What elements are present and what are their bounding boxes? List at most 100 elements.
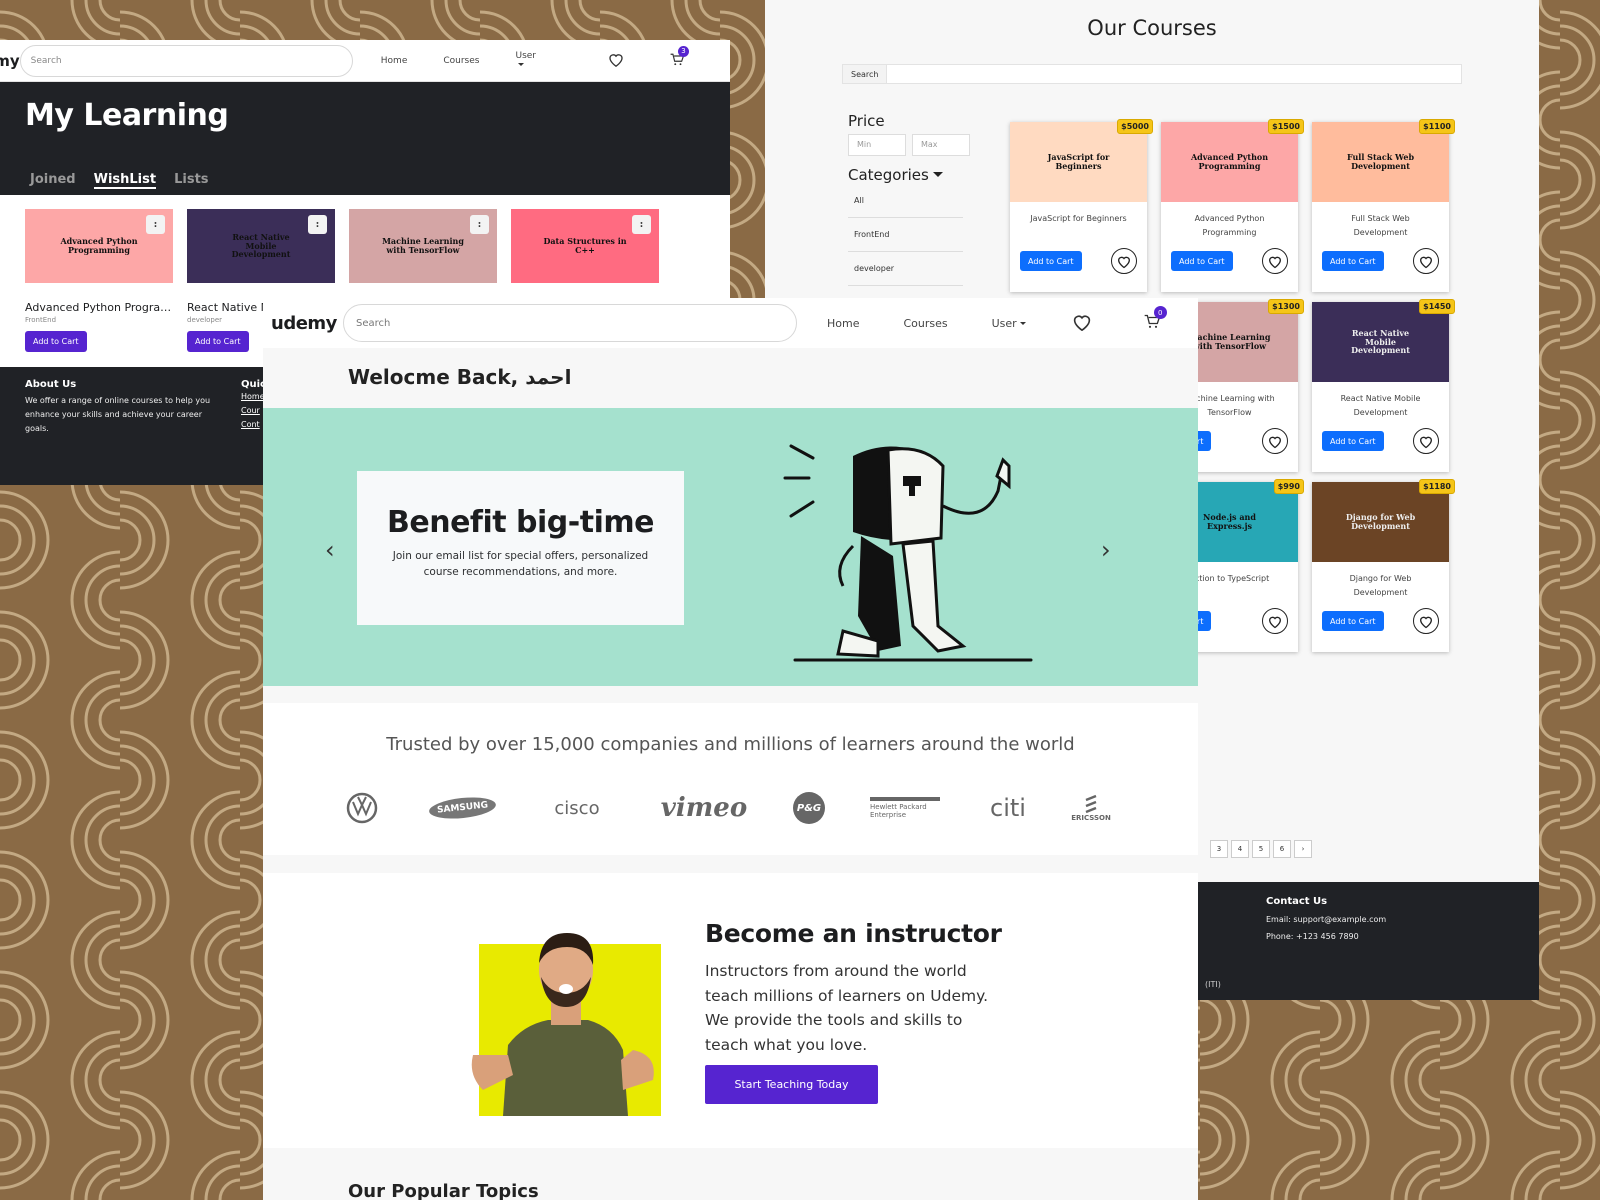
filter-sidebar: Price Min Max Categories All FrontEnd de… xyxy=(848,112,973,286)
page-button[interactable]: 3 xyxy=(1210,840,1228,858)
wishlist-card-thumbnail[interactable]: React Native Mobile Development : xyxy=(187,209,335,283)
tab-lists[interactable]: Lists xyxy=(174,172,208,189)
contact-title: Contact Us xyxy=(1266,896,1328,907)
add-to-cart-button[interactable]: Add to Cart xyxy=(187,331,249,352)
carousel-prev-arrow[interactable]: ‹ xyxy=(325,536,335,564)
start-teaching-button[interactable]: Start Teaching Today xyxy=(705,1065,878,1104)
wishlist-card-thumbnail[interactable]: Advanced Python Programming : xyxy=(25,209,173,283)
trusted-text: Trusted by over 15,000 companies and mil… xyxy=(386,734,1075,755)
wishlist-heart-icon[interactable] xyxy=(608,52,624,70)
price-min-input[interactable]: Min xyxy=(848,134,906,156)
udemy-logo[interactable]: udemy xyxy=(271,313,343,334)
category-frontend[interactable]: FrontEnd xyxy=(848,218,963,252)
course-card: Full Stack Web Development $1100 Full Stac… xyxy=(1312,119,1455,292)
home-wishlist-heart-icon[interactable] xyxy=(1072,313,1092,334)
learning-nav-user[interactable]: User xyxy=(515,51,572,71)
courses-search[interactable]: Search xyxy=(842,64,1462,84)
home-navbar: udemy Search Home Courses User 0 xyxy=(263,298,1198,348)
wishlist-card-thumbnail[interactable]: Data Structures in C++ : xyxy=(511,209,659,283)
wishlist-heart-icon[interactable] xyxy=(1413,608,1439,634)
tab-joined[interactable]: Joined xyxy=(30,172,76,189)
home-search-input[interactable]: Search xyxy=(343,304,797,342)
course-card-thumb-text: Machine Learning with TensorFlow xyxy=(1188,332,1271,351)
price-filter-title: Price xyxy=(848,112,885,130)
learning-title: My Learning xyxy=(25,98,229,133)
category-all[interactable]: All xyxy=(848,184,963,218)
ericsson-logo-text: ERICSSON xyxy=(1071,814,1111,822)
course-card-thumb-text: Django for Web Development xyxy=(1345,512,1416,531)
price-max-input[interactable]: Max xyxy=(912,134,970,156)
course-card-thumbnail[interactable]: Django for Web Development xyxy=(1312,482,1449,562)
pg-logo-text: P&G xyxy=(793,792,825,824)
copyright: (ITI) xyxy=(1205,980,1221,989)
home-nav-courses[interactable]: Courses xyxy=(903,317,947,330)
page-button[interactable]: 4 xyxy=(1231,840,1249,858)
course-card: Advanced Python Programming $1500 Advanced… xyxy=(1161,119,1304,292)
learning-logo[interactable]: my xyxy=(0,52,20,70)
kebab-menu-icon[interactable]: : xyxy=(632,215,651,234)
courses-title: Our Courses xyxy=(1087,16,1217,40)
hpe-logo: Hewlett Packard Enterprise xyxy=(870,788,940,828)
course-card-thumbnail[interactable]: JavaScript for Beginners xyxy=(1010,122,1147,202)
course-add-to-cart-button[interactable]: Add to Cart xyxy=(1322,611,1384,631)
wishlist-card: Advanced Python Programming : Advanced P… xyxy=(25,209,173,359)
course-card-name: Django for Web Development xyxy=(1349,574,1412,597)
wishlist-heart-icon[interactable] xyxy=(1111,248,1137,274)
course-card: React Native Mobile Development $1450 Reac… xyxy=(1312,299,1455,472)
wishlist-heart-icon[interactable] xyxy=(1413,248,1439,274)
page-button[interactable]: 5 xyxy=(1252,840,1270,858)
wishlist-heart-icon[interactable] xyxy=(1262,428,1288,454)
learning-nav-courses[interactable]: Courses xyxy=(443,56,479,66)
course-card-thumbnail[interactable]: React Native Mobile Development xyxy=(1312,302,1449,382)
popular-topics-title: Our Popular Topics xyxy=(348,1181,539,1200)
cart-count-badge: 3 xyxy=(678,45,689,57)
page-button[interactable]: 6 xyxy=(1273,840,1291,858)
home-cart-count-badge: 0 xyxy=(1153,306,1167,319)
hero-title: Benefit big-time xyxy=(387,505,654,540)
wishlist-heart-icon[interactable] xyxy=(1262,608,1288,634)
wishlist-card-category: FrontEnd xyxy=(25,316,57,324)
contact-phone: Phone: +123 456 7890 xyxy=(1266,932,1359,941)
cart-icon[interactable]: 3 xyxy=(670,45,689,69)
categories-title: Categories xyxy=(848,166,929,184)
page-button[interactable]: › xyxy=(1294,840,1312,858)
wishlist-heart-icon[interactable] xyxy=(1262,248,1288,274)
home-nav-user[interactable]: User xyxy=(992,317,1026,330)
wishlist-card-thumb-text: React Native Mobile Development xyxy=(231,231,291,260)
wishlist-card-thumbnail[interactable]: Machine Learning with TensorFlow : xyxy=(349,209,497,283)
home-nav-home[interactable]: Home xyxy=(827,317,859,330)
course-card-thumb-text: React Native Mobile Development xyxy=(1351,327,1410,356)
course-card-thumb-text: Advanced Python Programming xyxy=(1190,152,1269,171)
vimeo-logo: vimeo xyxy=(660,793,748,823)
wishlist-card-title[interactable]: Advanced Python Progra… xyxy=(25,301,173,314)
course-card-thumbnail[interactable]: Advanced Python Programming xyxy=(1161,122,1298,202)
category-developer[interactable]: developer xyxy=(848,252,963,286)
instructor-text: Instructors from around the world teach … xyxy=(705,962,989,1054)
tab-wishlist[interactable]: WishList xyxy=(93,172,157,189)
course-card-thumb-text: Node.js and Express.js xyxy=(1203,512,1256,531)
samsung-logo-text: SAMSUNG xyxy=(428,794,498,822)
kebab-menu-icon[interactable]: : xyxy=(308,215,327,234)
wishlist-heart-icon[interactable] xyxy=(1413,428,1439,454)
learning-search-input[interactable]: Search xyxy=(19,44,353,77)
course-add-to-cart-button[interactable]: Add to Cart xyxy=(1020,251,1082,271)
course-card: JavaScript for Beginners $5000 JavaScript … xyxy=(1010,119,1153,292)
learning-header: My Learning Joined WishList Lists xyxy=(0,82,730,195)
course-add-to-cart-button[interactable]: Add to Cart xyxy=(1322,251,1384,271)
home-window: udemy Search Home Courses User 0 Welocme… xyxy=(263,298,1198,1200)
kebab-menu-icon[interactable]: : xyxy=(470,215,489,234)
course-card-thumbnail[interactable]: Full Stack Web Development xyxy=(1312,122,1449,202)
course-price-badge: $1500 xyxy=(1268,119,1304,134)
course-add-to-cart-button[interactable]: Add to Cart xyxy=(1322,431,1384,451)
pagination: 3 4 5 6 › xyxy=(1210,840,1312,858)
citi-logo: citi xyxy=(990,794,1026,822)
trusted-section: Trusted by over 15,000 companies and mil… xyxy=(263,703,1198,855)
home-cart-icon[interactable]: 0 xyxy=(1144,306,1167,332)
categories-toggle[interactable]: Categories xyxy=(848,166,973,184)
kebab-menu-icon[interactable]: : xyxy=(146,215,165,234)
learning-nav-home[interactable]: Home xyxy=(381,56,408,66)
course-card-thumb-text: Full Stack Web Development xyxy=(1346,152,1415,171)
course-add-to-cart-button[interactable]: Add to Cart xyxy=(1171,251,1233,271)
add-to-cart-button[interactable]: Add to Cart xyxy=(25,331,87,352)
carousel-next-arrow[interactable]: › xyxy=(1101,536,1111,564)
